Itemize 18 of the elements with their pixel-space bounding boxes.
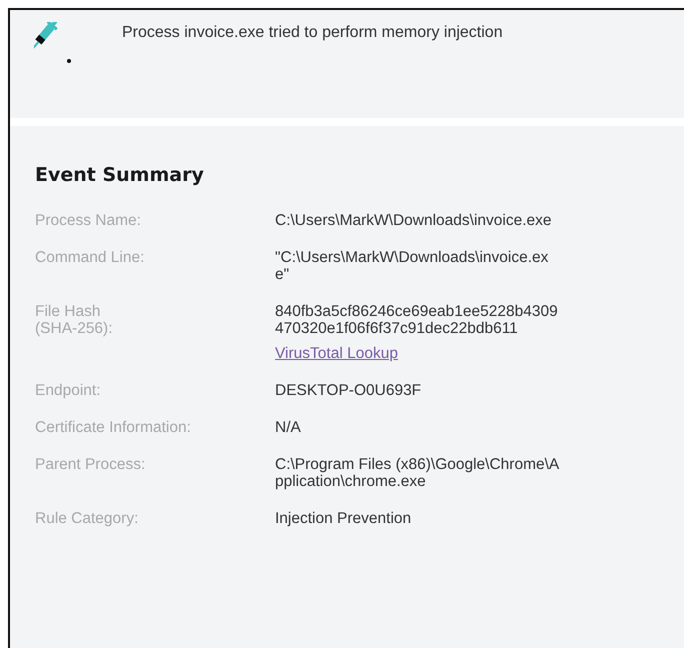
field-value: C:\Program Files (x86)\Google\Chrome\A pplication\chrome.exe [275,456,560,490]
field-label: Parent Process: [35,456,146,475]
field-value: 840fb3a5cf86246ce69eab1ee5228b4309 470320e1f06f6f37c91dec22bdb611 [275,303,558,337]
alert-message: Process invoice.exe tried to perform memory injection [122,24,503,42]
field-value: C:\Users\MarkW\Downloads\invoice.exe [275,212,552,229]
field-value: Injection Prevention [275,510,412,527]
field-label: File Hash (SHA-256): [35,303,114,339]
field-value: "C:\Users\MarkW\Downloads\invoice.ex e" [275,249,548,283]
field-value: N/A [275,419,301,436]
field-label: Rule Category: [35,510,140,527]
section-title: Event Summary [35,164,205,186]
field-label: Endpoint: [35,382,102,399]
syringe-icon [34,22,74,64]
field-label: Process Name: [35,212,142,229]
field-value: DESKTOP-O0U693F [275,382,422,399]
lookup-link[interactable]: VirusTotal Lookup [275,345,398,362]
field-label: Certificate Information: [35,419,192,436]
field-label: Command Line: [35,249,146,268]
